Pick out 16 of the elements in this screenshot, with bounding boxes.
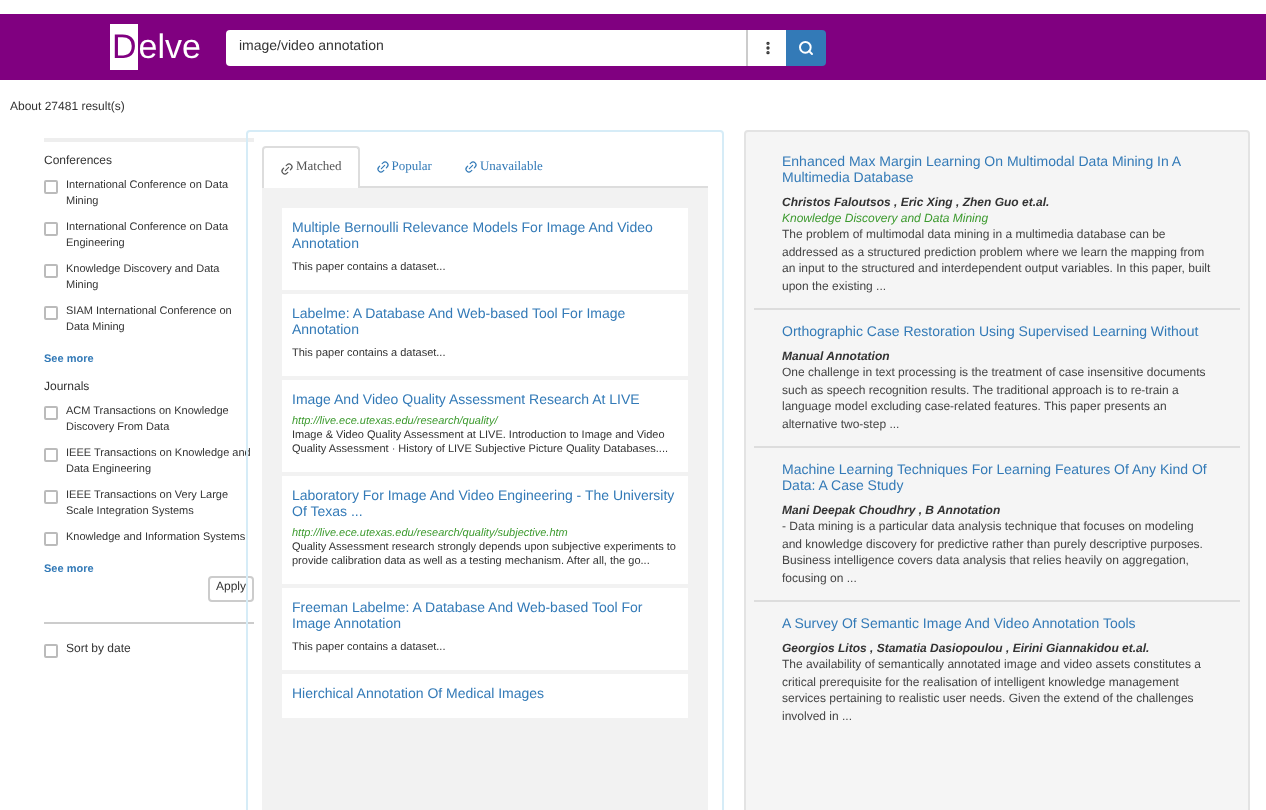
search-icon — [798, 39, 815, 55]
checkbox[interactable] — [44, 532, 58, 547]
checkbox[interactable] — [44, 448, 58, 463]
link-icon — [461, 157, 481, 177]
search-button[interactable] — [786, 29, 827, 65]
checkbox[interactable] — [44, 306, 58, 320]
link-icon — [372, 157, 393, 177]
checkbox[interactable] — [44, 264, 58, 278]
checkbox[interactable] — [44, 406, 58, 421]
options-button[interactable] — [746, 29, 787, 65]
checkbox[interactable] — [44, 490, 58, 505]
logo[interactable]: Delve — [110, 24, 201, 70]
checkbox[interactable] — [44, 643, 58, 657]
link-icon — [277, 158, 297, 178]
checkbox[interactable] — [44, 222, 58, 236]
checkbox[interactable] — [44, 180, 58, 194]
